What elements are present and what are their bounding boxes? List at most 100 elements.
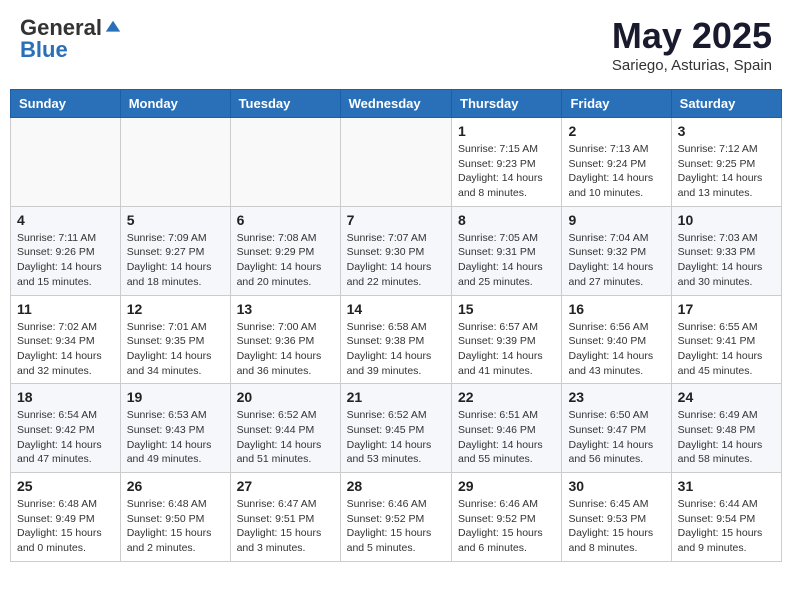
day-info: Sunrise: 6:52 AM Sunset: 9:45 PM Dayligh… bbox=[347, 408, 445, 467]
logo: General Blue bbox=[20, 15, 122, 63]
calendar-cell: 13 Sunrise: 7:00 AM Sunset: 9:36 PM Dayli… bbox=[230, 295, 340, 384]
day-number: 9 bbox=[568, 212, 664, 228]
day-number: 23 bbox=[568, 389, 664, 405]
day-number: 21 bbox=[347, 389, 445, 405]
day-number: 1 bbox=[458, 123, 555, 139]
title-section: May 2025 Sariego, Asturias, Spain bbox=[612, 15, 772, 74]
day-info: Sunrise: 6:46 AM Sunset: 9:52 PM Dayligh… bbox=[347, 497, 445, 556]
calendar-cell: 26 Sunrise: 6:48 AM Sunset: 9:50 PM Dayli… bbox=[120, 473, 230, 562]
day-number: 20 bbox=[237, 389, 334, 405]
day-number: 16 bbox=[568, 301, 664, 317]
calendar-cell: 25Sunrise: 6:48 AM Sunset: 9:49 PM Dayli… bbox=[11, 473, 121, 562]
calendar-cell bbox=[230, 118, 340, 207]
calendar-cell: 21 Sunrise: 6:52 AM Sunset: 9:45 PM Dayli… bbox=[340, 384, 451, 473]
day-number: 18 bbox=[17, 389, 114, 405]
day-number: 10 bbox=[678, 212, 775, 228]
day-info: Sunrise: 7:01 AM Sunset: 9:35 PM Dayligh… bbox=[127, 320, 224, 379]
day-number: 4 bbox=[17, 212, 114, 228]
day-info: Sunrise: 6:52 AM Sunset: 9:44 PM Dayligh… bbox=[237, 408, 334, 467]
day-number: 12 bbox=[127, 301, 224, 317]
weekday-header-monday: Monday bbox=[120, 90, 230, 118]
day-info: Sunrise: 6:58 AM Sunset: 9:38 PM Dayligh… bbox=[347, 320, 445, 379]
calendar-cell: 14 Sunrise: 6:58 AM Sunset: 9:38 PM Dayli… bbox=[340, 295, 451, 384]
day-number: 17 bbox=[678, 301, 775, 317]
calendar-cell: 15 Sunrise: 6:57 AM Sunset: 9:39 PM Dayli… bbox=[452, 295, 562, 384]
day-number: 22 bbox=[458, 389, 555, 405]
day-number: 11 bbox=[17, 301, 114, 317]
weekday-header-sunday: Sunday bbox=[11, 90, 121, 118]
calendar-cell bbox=[120, 118, 230, 207]
day-info: Sunrise: 7:04 AM Sunset: 9:32 PM Dayligh… bbox=[568, 231, 664, 290]
day-info: Sunrise: 6:46 AM Sunset: 9:52 PM Dayligh… bbox=[458, 497, 555, 556]
calendar-cell: 12 Sunrise: 7:01 AM Sunset: 9:35 PM Dayli… bbox=[120, 295, 230, 384]
calendar-cell: 30Sunrise: 6:45 AM Sunset: 9:53 PM Dayli… bbox=[562, 473, 671, 562]
logo-icon bbox=[104, 19, 122, 37]
calendar-cell bbox=[340, 118, 451, 207]
day-number: 26 bbox=[127, 478, 224, 494]
day-info: Sunrise: 7:03 AM Sunset: 9:33 PM Dayligh… bbox=[678, 231, 775, 290]
calendar-table: SundayMondayTuesdayWednesdayThursdayFrid… bbox=[10, 89, 782, 562]
weekday-header-row: SundayMondayTuesdayWednesdayThursdayFrid… bbox=[11, 90, 782, 118]
day-number: 19 bbox=[127, 389, 224, 405]
calendar-cell: 31 Sunrise: 6:44 AM Sunset: 9:54 PM Dayli… bbox=[671, 473, 781, 562]
calendar-cell: 7 Sunrise: 7:07 AM Sunset: 9:30 PM Daylig… bbox=[340, 206, 451, 295]
calendar-cell: 6 Sunrise: 7:08 AM Sunset: 9:29 PM Daylig… bbox=[230, 206, 340, 295]
day-info: Sunrise: 7:07 AM Sunset: 9:30 PM Dayligh… bbox=[347, 231, 445, 290]
day-number: 14 bbox=[347, 301, 445, 317]
calendar-cell: 17Sunrise: 6:55 AM Sunset: 9:41 PM Dayli… bbox=[671, 295, 781, 384]
calendar-cell: 1Sunrise: 7:15 AM Sunset: 9:23 PM Daylig… bbox=[452, 118, 562, 207]
day-number: 15 bbox=[458, 301, 555, 317]
day-number: 5 bbox=[127, 212, 224, 228]
calendar-cell: 27 Sunrise: 6:47 AM Sunset: 9:51 PM Dayli… bbox=[230, 473, 340, 562]
calendar-cell: 11 Sunrise: 7:02 AM Sunset: 9:34 PM Dayli… bbox=[11, 295, 121, 384]
day-info: Sunrise: 6:53 AM Sunset: 9:43 PM Dayligh… bbox=[127, 408, 224, 467]
day-info: Sunrise: 7:00 AM Sunset: 9:36 PM Dayligh… bbox=[237, 320, 334, 379]
calendar-cell: 10 Sunrise: 7:03 AM Sunset: 9:33 PM Dayli… bbox=[671, 206, 781, 295]
calendar-cell: 24Sunrise: 6:49 AM Sunset: 9:48 PM Dayli… bbox=[671, 384, 781, 473]
day-number: 13 bbox=[237, 301, 334, 317]
day-info: Sunrise: 7:02 AM Sunset: 9:34 PM Dayligh… bbox=[17, 320, 114, 379]
calendar-cell: 19 Sunrise: 6:53 AM Sunset: 9:43 PM Dayli… bbox=[120, 384, 230, 473]
day-info: Sunrise: 7:11 AM Sunset: 9:26 PM Dayligh… bbox=[17, 231, 114, 290]
calendar-cell: 22 Sunrise: 6:51 AM Sunset: 9:46 PM Dayli… bbox=[452, 384, 562, 473]
day-info: Sunrise: 6:47 AM Sunset: 9:51 PM Dayligh… bbox=[237, 497, 334, 556]
week-row-3: 11 Sunrise: 7:02 AM Sunset: 9:34 PM Dayli… bbox=[11, 295, 782, 384]
weekday-header-tuesday: Tuesday bbox=[230, 90, 340, 118]
day-info: Sunrise: 6:48 AM Sunset: 9:49 PM Dayligh… bbox=[17, 497, 114, 556]
day-info: Sunrise: 7:05 AM Sunset: 9:31 PM Dayligh… bbox=[458, 231, 555, 290]
calendar-cell: 28 Sunrise: 6:46 AM Sunset: 9:52 PM Dayli… bbox=[340, 473, 451, 562]
weekday-header-saturday: Saturday bbox=[671, 90, 781, 118]
day-info: Sunrise: 7:12 AM Sunset: 9:25 PM Dayligh… bbox=[678, 142, 775, 201]
day-info: Sunrise: 7:09 AM Sunset: 9:27 PM Dayligh… bbox=[127, 231, 224, 290]
month-title: May 2025 bbox=[612, 15, 772, 57]
location: Sariego, Asturias, Spain bbox=[612, 57, 772, 74]
day-info: Sunrise: 6:48 AM Sunset: 9:50 PM Dayligh… bbox=[127, 497, 224, 556]
day-info: Sunrise: 6:51 AM Sunset: 9:46 PM Dayligh… bbox=[458, 408, 555, 467]
calendar-cell: 3Sunrise: 7:12 AM Sunset: 9:25 PM Daylig… bbox=[671, 118, 781, 207]
week-row-1: 1Sunrise: 7:15 AM Sunset: 9:23 PM Daylig… bbox=[11, 118, 782, 207]
day-info: Sunrise: 6:45 AM Sunset: 9:53 PM Dayligh… bbox=[568, 497, 664, 556]
calendar-cell: 29Sunrise: 6:46 AM Sunset: 9:52 PM Dayli… bbox=[452, 473, 562, 562]
week-row-2: 4 Sunrise: 7:11 AM Sunset: 9:26 PM Daylig… bbox=[11, 206, 782, 295]
day-info: Sunrise: 6:49 AM Sunset: 9:48 PM Dayligh… bbox=[678, 408, 775, 467]
day-number: 6 bbox=[237, 212, 334, 228]
day-info: Sunrise: 7:08 AM Sunset: 9:29 PM Dayligh… bbox=[237, 231, 334, 290]
day-number: 31 bbox=[678, 478, 775, 494]
day-number: 28 bbox=[347, 478, 445, 494]
calendar-cell bbox=[11, 118, 121, 207]
day-number: 2 bbox=[568, 123, 664, 139]
weekday-header-friday: Friday bbox=[562, 90, 671, 118]
calendar-cell: 2 Sunrise: 7:13 AM Sunset: 9:24 PM Daylig… bbox=[562, 118, 671, 207]
week-row-4: 18Sunrise: 6:54 AM Sunset: 9:42 PM Dayli… bbox=[11, 384, 782, 473]
day-info: Sunrise: 6:44 AM Sunset: 9:54 PM Dayligh… bbox=[678, 497, 775, 556]
calendar-cell: 16Sunrise: 6:56 AM Sunset: 9:40 PM Dayli… bbox=[562, 295, 671, 384]
day-info: Sunrise: 6:57 AM Sunset: 9:39 PM Dayligh… bbox=[458, 320, 555, 379]
calendar-cell: 20 Sunrise: 6:52 AM Sunset: 9:44 PM Dayli… bbox=[230, 384, 340, 473]
page-header: General Blue May 2025 Sariego, Asturias,… bbox=[10, 10, 782, 79]
day-number: 7 bbox=[347, 212, 445, 228]
week-row-5: 25Sunrise: 6:48 AM Sunset: 9:49 PM Dayli… bbox=[11, 473, 782, 562]
day-number: 8 bbox=[458, 212, 555, 228]
day-info: Sunrise: 7:13 AM Sunset: 9:24 PM Dayligh… bbox=[568, 142, 664, 201]
calendar-cell: 18Sunrise: 6:54 AM Sunset: 9:42 PM Dayli… bbox=[11, 384, 121, 473]
day-number: 27 bbox=[237, 478, 334, 494]
